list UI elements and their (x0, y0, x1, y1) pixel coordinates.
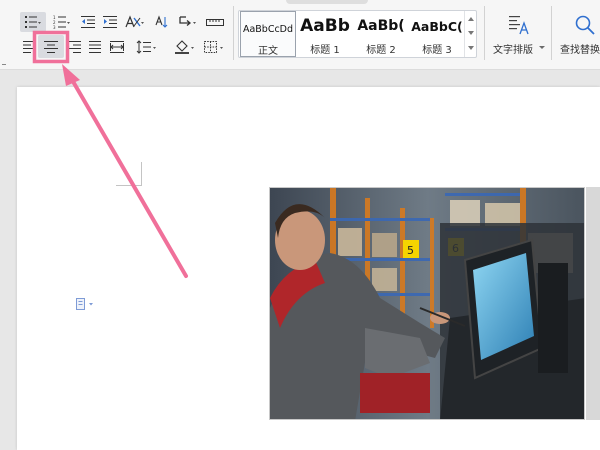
style-name: 标题 1 (310, 45, 340, 56)
text-layout-icon (509, 16, 529, 35)
chinese-layout-button[interactable] (123, 12, 147, 32)
style-sample: AaBbC( (411, 19, 463, 34)
svg-text:5: 5 (407, 244, 414, 257)
shading-button[interactable] (173, 37, 197, 57)
ribbon-separator (551, 6, 552, 60)
align-center-button[interactable] (38, 35, 64, 58)
text-layout-label: 文字排版 (493, 45, 533, 56)
tab-ruler-icon (206, 19, 224, 26)
decrease-indent-icon (81, 16, 95, 28)
style-sample: AaBb( (357, 18, 405, 34)
style-heading-3[interactable]: AaBbC( 标题 3 (409, 11, 465, 57)
ribbon-toolbar: 1 2 3 AaBbCcDd 正文 AaBb 标题 1 AaBb(标题 2 A… (0, 0, 600, 70)
align-left-button[interactable] (20, 37, 38, 57)
justify-button[interactable] (86, 37, 104, 57)
find-replace-label: 查找替换 (560, 45, 600, 56)
distributed-align-icon (110, 41, 124, 53)
align-right-icon (69, 41, 81, 53)
justify-icon (89, 41, 101, 53)
ribbon-separator (484, 6, 485, 60)
style-heading-1[interactable]: AaBb 标题 1 (297, 11, 353, 57)
borders-button[interactable] (201, 37, 227, 57)
style-gallery-scroll[interactable] (464, 11, 476, 57)
decrease-indent-button[interactable] (79, 12, 97, 32)
line-spacing-icon (136, 40, 156, 54)
scroll-down-icon[interactable] (468, 31, 474, 35)
chevron-down-icon (539, 46, 545, 49)
show-hide-marks-button[interactable] (175, 12, 201, 32)
shading-icon (175, 40, 194, 54)
bullet-list-button[interactable] (20, 12, 46, 32)
style-sample: AaBb (300, 16, 350, 36)
increase-indent-icon (103, 16, 117, 28)
borders-icon (204, 41, 223, 53)
increase-indent-button[interactable] (101, 12, 119, 32)
sort-button[interactable] (152, 12, 170, 32)
sort-icon (155, 15, 168, 28)
show-hide-marks-icon (179, 16, 196, 26)
numbered-list-button[interactable]: 1 2 3 (50, 12, 74, 32)
warehouse-forklift-image: 5 6 (270, 188, 584, 419)
svg-text:3: 3 (53, 25, 56, 29)
style-sample: AaBbCcDd (242, 24, 294, 35)
style-gallery: AaBbCcDd 正文 AaBb 标题 1 AaBb( 标题 2 AaBbC( … (238, 10, 477, 58)
paste-options-icon (76, 298, 93, 310)
align-center-icon (44, 40, 58, 53)
style-name: 标题 3 (422, 45, 452, 56)
scroll-up-icon[interactable] (468, 17, 474, 21)
chinese-layout-icon (125, 15, 144, 28)
bullet-list-icon (25, 16, 41, 28)
page-margin-marker (116, 162, 142, 186)
search-icon (575, 15, 595, 35)
style-name: 正文 (258, 46, 278, 57)
style-body-text[interactable]: AaBbCcDd 正文 (240, 11, 296, 57)
find-replace-button[interactable]: 查找替换 (556, 14, 600, 58)
warehouse-photo[interactable]: 5 6 (269, 187, 585, 420)
style-heading-2[interactable]: AaBb( 标题 2 (353, 11, 409, 57)
group-launcher-icon[interactable] (2, 61, 6, 65)
distributed-align-button[interactable] (107, 37, 127, 57)
gallery-expand-icon[interactable] (468, 46, 474, 50)
paste-options-button[interactable] (75, 296, 95, 310)
align-right-button[interactable] (66, 37, 84, 57)
page-edge-strip (586, 187, 600, 420)
numbered-list-icon: 1 2 3 (53, 15, 70, 29)
align-left-icon (23, 41, 35, 53)
ribbon-separator (233, 6, 234, 60)
style-name: 标题 2 (366, 45, 396, 56)
title-bar-notch (286, 0, 368, 4)
line-spacing-button[interactable] (134, 37, 160, 57)
tab-ruler-button[interactable] (204, 12, 226, 32)
text-layout-button[interactable]: 文字排版 (492, 14, 546, 58)
